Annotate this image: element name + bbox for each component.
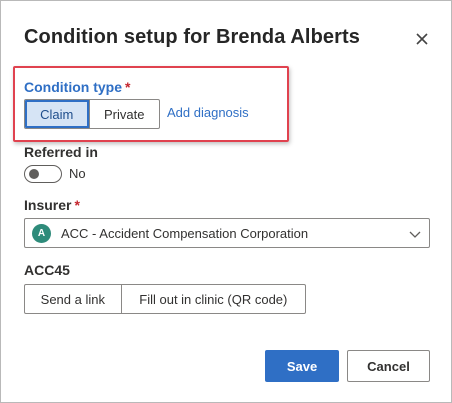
acc45-label: ACC45 — [24, 262, 70, 278]
condition-type-label: Condition type * — [24, 79, 131, 95]
add-diagnosis-link[interactable]: Add diagnosis — [167, 105, 249, 120]
insurer-dropdown[interactable]: A ACC - Accident Compensation Corporatio… — [24, 218, 430, 248]
send-a-link-option[interactable]: Send a link — [25, 285, 121, 313]
referred-in-label: Referred in — [24, 144, 98, 160]
save-button[interactable]: Save — [265, 350, 339, 382]
insurer-label: Insurer * — [24, 197, 80, 213]
referred-in-state-text: No — [69, 166, 86, 181]
cancel-button[interactable]: Cancel — [347, 350, 430, 382]
insurer-selected-value: ACC - Accident Compensation Corporation — [61, 226, 309, 241]
fill-out-in-clinic-option[interactable]: Fill out in clinic (QR code) — [120, 285, 305, 313]
toggle-knob — [29, 169, 39, 179]
dialog-title: Condition setup for Brenda Alberts — [24, 26, 360, 48]
condition-type-claim-option[interactable]: Claim — [25, 100, 89, 128]
condition-type-selector: Claim Private — [24, 99, 160, 129]
acc45-selector: Send a link Fill out in clinic (QR code) — [24, 284, 306, 314]
chevron-down-icon — [409, 231, 421, 238]
insurer-avatar: A — [32, 224, 51, 243]
close-icon[interactable] — [413, 30, 431, 48]
condition-type-private-option[interactable]: Private — [88, 100, 159, 128]
referred-in-toggle[interactable] — [24, 165, 62, 183]
condition-setup-dialog: Condition setup for Brenda Alberts Condi… — [0, 0, 452, 403]
